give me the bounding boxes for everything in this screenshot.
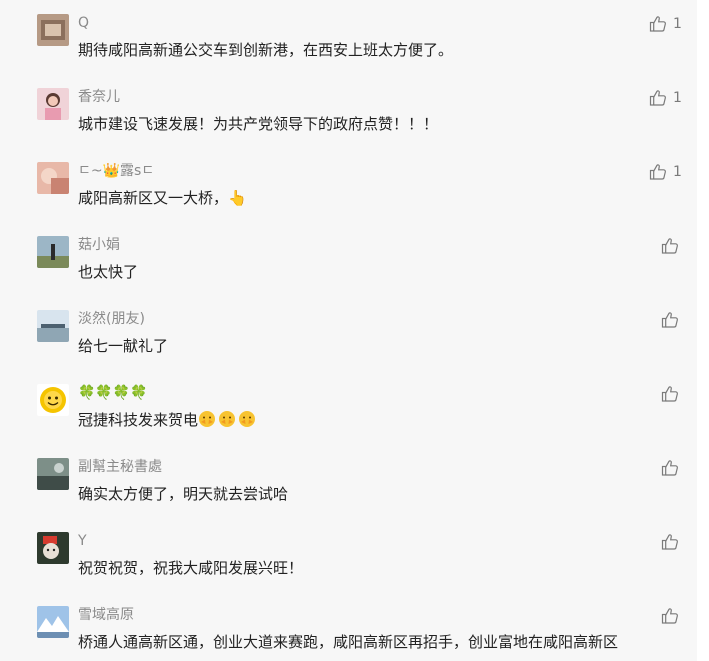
avatar[interactable] [37,606,69,638]
like-button[interactable] [661,458,685,478]
thumbs-up-icon [661,237,679,255]
comment-text: 祝贺祝贺，祝我大咸阳发展兴旺！ [78,559,304,577]
thumbs-up-icon [661,311,679,329]
like-button[interactable] [661,384,685,404]
comment-item: 香奈儿 城市建设飞速发展！为共产党领导下的政府点赞！！！ 1 [0,78,697,152]
comment-item: ㄷ~👑露sㄷ 咸阳高新区又一大桥，👆 1 [0,152,697,226]
nickname[interactable]: 香奈儿 [78,88,120,106]
applause-emoji-icon [238,410,256,428]
comment-text: 咸阳高新区又一大桥，👆 [78,189,247,207]
comment-text: 城市建设飞速发展！为共产党领导下的政府点赞！！！ [78,115,439,133]
comment-item: 雪域高原 桥通人通高新区通，创业大道来赛跑，咸阳高新区再招手，创业富地在咸阳高新… [0,596,697,661]
nickname[interactable]: ㄷ~👑露sㄷ [78,162,154,180]
like-button[interactable] [661,606,685,626]
avatar[interactable] [37,162,69,194]
comment-list[interactable]: Q 期待咸阳高新通公交车到创新港，在西安上班太方便了。 1 香奈儿 城市建设飞速… [0,0,697,661]
avatar[interactable] [37,310,69,342]
thumbs-up-icon [661,385,679,403]
like-button[interactable] [661,310,685,330]
nickname[interactable]: 菇小娟 [78,236,120,254]
comment-text: 冠捷科技发来贺电 [78,408,668,432]
thumbs-up-icon [649,89,667,107]
comment-text-label: 冠捷科技发来贺电 [78,411,199,429]
comment-text: 桥通人通高新区通，创业大道来赛跑，咸阳高新区再招手，创业富地在咸阳高新区 [78,633,619,651]
avatar[interactable] [37,236,69,268]
avatar[interactable] [37,458,69,490]
thumbs-up-icon [661,533,679,551]
nickname[interactable]: Q [78,14,89,32]
nickname[interactable]: Y [78,532,87,550]
nickname[interactable]: 🍀🍀🍀🍀 [78,384,148,402]
scrollbar[interactable] [697,0,709,661]
avatar[interactable] [37,384,69,416]
like-count: 1 [673,90,682,106]
comment-item: 淡然(朋友) 给七一献礼了 [0,300,697,374]
like-button[interactable]: 1 [649,88,682,108]
thumbs-up-icon [661,459,679,477]
thumbs-up-icon [649,163,667,181]
thumbs-up-icon [661,607,679,625]
like-count: 1 [673,16,682,32]
nickname[interactable]: 淡然(朋友) [78,310,145,328]
like-button[interactable] [661,532,685,552]
thumbs-up-icon [649,15,667,33]
comment-item: 🍀🍀🍀🍀 冠捷科技发来贺电 [0,374,697,448]
comment-text: 也太快了 [78,263,139,281]
avatar[interactable] [37,88,69,120]
comment-item: Q 期待咸阳高新通公交车到创新港，在西安上班太方便了。 1 [0,4,697,78]
applause-emoji-icon [218,410,236,428]
comment-item: 副幫主秘書處 确实太方便了，明天就去尝试哈 [0,448,697,522]
like-button[interactable]: 1 [649,14,682,34]
comment-item: Y 祝贺祝贺，祝我大咸阳发展兴旺！ [0,522,697,596]
like-button[interactable]: 1 [649,162,682,182]
avatar[interactable] [37,532,69,564]
like-count: 1 [673,164,682,180]
like-button[interactable] [661,236,685,256]
nickname[interactable]: 副幫主秘書處 [78,458,162,476]
comment-text: 给七一献礼了 [78,337,169,355]
comment-text: 确实太方便了，明天就去尝试哈 [78,485,289,503]
comment-text: 期待咸阳高新通公交车到创新港，在西安上班太方便了。 [78,41,454,59]
nickname[interactable]: 雪域高原 [78,606,134,624]
comment-item: 菇小娟 也太快了 [0,226,697,300]
avatar[interactable] [37,14,69,46]
applause-emoji-icon [198,410,216,428]
